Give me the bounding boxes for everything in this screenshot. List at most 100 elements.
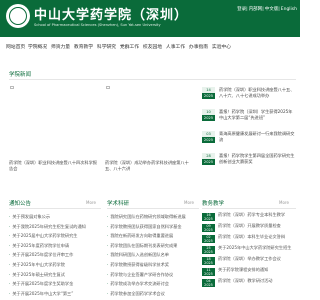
image-placeholder-icon [106, 86, 110, 89]
nav-home[interactable]: 网站首页 [6, 41, 26, 55]
notice-item[interactable]: 关于预发展对象公示 [9, 212, 101, 222]
logo-emblem-icon [9, 7, 27, 25]
education-item-title[interactable]: 药学院（深圳）教学研讨活动 [218, 278, 296, 284]
research-section-title[interactable]: 学术科研 [107, 199, 129, 207]
news-feature-image-1[interactable] [9, 85, 101, 155]
nav-alumni[interactable]: 校友园地 [141, 41, 164, 55]
education-section-title[interactable]: 教务教学 [202, 199, 224, 207]
date-badge: 09 2025 [202, 224, 215, 232]
date-badge: 02 2025 [202, 235, 215, 243]
notice-item[interactable]: 关于2025年中山大学药学院 [9, 260, 101, 270]
nav-party[interactable]: 党群工作 [118, 41, 141, 55]
nav-research[interactable]: 科学研究 [95, 41, 118, 55]
notice-item[interactable]: 关于开展2025年度学生奖助学金 [9, 279, 101, 289]
education-item-title[interactable]: 药学院（深圳）开展教学质量检查 [218, 223, 296, 229]
date-badge: 04 2025 [202, 279, 215, 287]
news-item[interactable]: 10 2025 喜报！药学院（深圳）学生获得2025年中山大学第二届“先进班” [202, 109, 296, 124]
nav-guide[interactable]: 办事指南 [187, 41, 210, 55]
nav-hr[interactable]: 人事工作 [164, 41, 187, 55]
research-item[interactable]: 药学院参加全国药学学术会议 [107, 289, 199, 299]
news-item[interactable]: 28 2025 喜报！药学院学生第四届全国药学研究生创新创业大赛获奖 [202, 153, 296, 168]
news-feature-image-2[interactable] [105, 85, 197, 155]
research-item[interactable]: 药学院团队在国际期刊发表研究成果 [107, 241, 199, 251]
date-year: 2025 [204, 228, 213, 232]
news-feature-caption-1[interactable]: 药学院（深圳）职业科技讲座暨八十四次科学报告会 [9, 160, 101, 172]
date-year: 2025 [204, 261, 213, 265]
education-item[interactable]: 16 2025 药学院（深圳）药学专业本科生教学 [202, 212, 296, 223]
news-section-title[interactable]: 学院新闻 [9, 70, 31, 78]
notice-list: 关于预发展对象公示 关于我院2025年研究生招生复试的通知 关于2025届中山大… [9, 212, 101, 298]
education-item-title[interactable]: 药学院（深圳）药学专业本科生教学 [218, 212, 296, 218]
research-more-link[interactable]: More [184, 200, 194, 205]
english-link[interactable]: English [281, 7, 297, 12]
education-item[interactable]: 25 2025 关于2025年中山大学药学院研究生招生 [202, 245, 296, 256]
date-year: 2025 [204, 250, 213, 254]
news-item[interactable]: 14 2025 药学院（深圳）职业科技讲座暨八十五、八十六、八十七讲成功举办 [202, 87, 296, 102]
news-item[interactable]: 03 2025 青海高原健康发展研讨一行来我院调研交流 [202, 131, 296, 146]
date-year: 2025 [202, 137, 215, 143]
intranet-link[interactable]: 内部网 [249, 7, 263, 12]
date-year: 2025 [204, 283, 213, 287]
news-item-title[interactable]: 喜报！药学院学生第四届全国药学研究生创新创业大赛获奖 [219, 153, 295, 165]
university-logo[interactable] [6, 4, 30, 28]
research-item[interactable]: 我院科研团队入选创新团队名单 [107, 250, 199, 260]
main-nav: 网站首页 学院概况 师资力量 教育教学 科学研究 党群工作 校友园地 人事工作 … [0, 41, 300, 55]
research-item[interactable]: 药学院与企业签署产学研合作协议 [107, 270, 199, 280]
research-list: 我院研究团队在药物研究领域取得新进展 药学院教授团队获得国家自然科学基金 我院在… [107, 212, 199, 298]
research-item[interactable]: 我院在新药研发方向取得重要进展 [107, 231, 199, 241]
education-divider [202, 208, 296, 209]
date-badge: 16 2025 [202, 213, 215, 221]
education-item[interactable]: 02 2025 药学院（深圳）本科生毕业论文答辩 [202, 234, 296, 245]
education-item-title[interactable]: 关于药学院课程安排的通知 [218, 267, 296, 273]
research-divider [107, 208, 199, 209]
date-badge: 03 2025 [202, 131, 215, 145]
nav-lab[interactable]: 实验中心 [210, 41, 233, 55]
news-item-title[interactable]: 喜报！药学院（深圳）学生获得2025年中山大学第二届“先进班” [219, 109, 295, 121]
education-item[interactable]: 09 2025 药学院（深圳）开展教学质量检查 [202, 223, 296, 234]
nav-education[interactable]: 教育教学 [72, 41, 95, 55]
education-item[interactable]: 11 2025 关于药学院课程安排的通知 [202, 267, 296, 278]
news-feature-caption-2[interactable]: 药学院（深圳）成功举办药学科技讲座第八十五、八十六讲 [105, 160, 197, 172]
notice-item[interactable]: 关于2025届中山大学药学院研究生 [9, 231, 101, 241]
top-links: 登录|内部网|中文版|English [237, 7, 297, 12]
news-divider [9, 79, 296, 80]
notice-section-title[interactable]: 通知公告 [9, 199, 31, 207]
chinese-link[interactable]: 中文版 [265, 7, 279, 12]
notice-item[interactable]: 关于开展2025年中山大学“第三” [9, 289, 101, 299]
date-badge: 25 2025 [202, 246, 215, 254]
date-year: 2025 [204, 272, 213, 276]
notice-item[interactable]: 关于2025年硕士研究生复试 [9, 270, 101, 280]
site-subtitle: School of Pharmaceutical Sciences (Shenz… [34, 23, 161, 27]
login-link[interactable]: 登录 [237, 7, 246, 12]
education-list: 16 2025 药学院（深圳）药学专业本科生教学 09 2025 药学院（深圳）开展教学… [202, 212, 296, 289]
notice-more-link[interactable]: More [86, 200, 96, 205]
date-badge: 28 2025 [202, 153, 215, 167]
nav-faculty[interactable]: 师资力量 [49, 41, 72, 55]
date-year: 2025 [202, 115, 215, 121]
notice-item[interactable]: 关于2025年度药学院学位申请 [9, 241, 101, 251]
education-more-link[interactable]: More [279, 200, 289, 205]
news-item-title[interactable]: 药学院（深圳）职业科技讲座暨八十五、八十六、八十七讲成功举办 [219, 87, 295, 99]
notice-item[interactable]: 关于开展2025年度学位评审工作 [9, 250, 101, 260]
date-year: 2025 [202, 159, 215, 165]
date-year: 2025 [204, 239, 213, 243]
education-item[interactable]: 18 2025 药学院（深圳）举办教学工作会议 [202, 256, 296, 267]
education-item-title[interactable]: 关于2025年中山大学药学院研究生招生 [218, 245, 296, 251]
news-item-title[interactable]: 青海高原健康发展研讨一行来我院调研交流 [219, 131, 295, 143]
notice-item[interactable]: 关于我院2025年研究生招生复试的通知 [9, 222, 101, 232]
research-item[interactable]: 我院研究团队在药物研究领域取得新进展 [107, 212, 199, 222]
date-badge: 11 2025 [202, 268, 215, 276]
date-year: 2025 [204, 217, 213, 221]
research-item[interactable]: 药学院教授获得省级科学技术奖 [107, 260, 199, 270]
date-badge: 10 2025 [202, 109, 215, 123]
education-item-title[interactable]: 药学院（深圳）举办教学工作会议 [218, 256, 296, 262]
site-title[interactable]: 中山大学药学院（深圳） [34, 4, 188, 23]
date-badge: 18 2025 [202, 257, 215, 265]
image-placeholder-icon [10, 86, 14, 89]
education-item[interactable]: 04 2025 药学院（深圳）教学研讨活动 [202, 278, 296, 289]
research-item[interactable]: 药学院成功举办学术交流研讨会 [107, 279, 199, 289]
research-item[interactable]: 药学院教授团队获得国家自然科学基金 [107, 222, 199, 232]
education-item-title[interactable]: 药学院（深圳）本科生毕业论文答辩 [218, 234, 296, 240]
nav-about[interactable]: 学院概况 [26, 41, 49, 55]
date-badge: 14 2025 [202, 87, 215, 101]
